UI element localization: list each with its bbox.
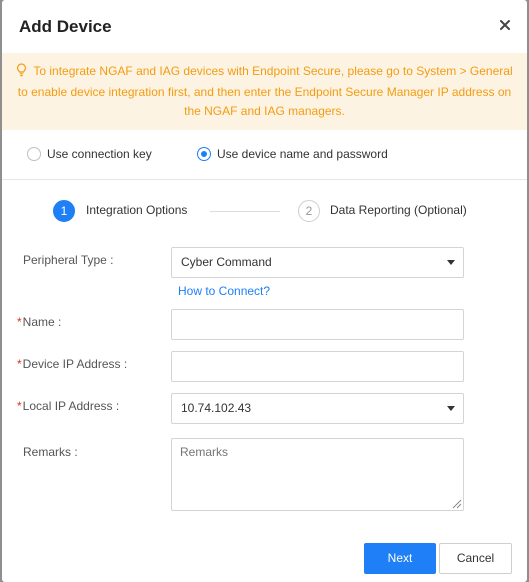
- name-input[interactable]: [171, 309, 464, 340]
- step-2-label: Data Reporting (Optional): [330, 203, 467, 217]
- how-to-connect-link[interactable]: How to Connect?: [178, 284, 270, 298]
- remarks-label: Remarks :: [23, 445, 78, 459]
- radio-use-connection-key[interactable]: Use connection key: [27, 147, 152, 161]
- step-1-label: Integration Options: [86, 203, 188, 217]
- required-marker: *: [17, 399, 22, 413]
- wizard-steps: 1 Integration Options 2 Data Reporting (…: [2, 198, 527, 226]
- device-ip-label-text: Device IP Address :: [22, 357, 128, 371]
- local-ip-label: *Local IP Address :: [17, 399, 120, 413]
- required-marker: *: [17, 315, 22, 329]
- peripheral-type-label: Peripheral Type :: [23, 253, 114, 267]
- required-marker: *: [17, 357, 22, 371]
- step-2-indicator: 2: [298, 200, 320, 222]
- radio-unchecked-icon[interactable]: [27, 147, 41, 161]
- local-ip-select[interactable]: 10.74.102.43: [171, 393, 464, 424]
- lightbulb-icon: [16, 63, 27, 83]
- add-device-dialog: Add Device To integrate NGAF and IAG dev…: [2, 0, 527, 582]
- peripheral-type-select[interactable]: Cyber Command: [171, 247, 464, 278]
- caret-down-icon: [447, 406, 455, 411]
- step-connector: [210, 211, 280, 212]
- caret-down-icon: [447, 260, 455, 265]
- radio-checked-icon[interactable]: [197, 147, 211, 161]
- step-1-indicator: 1: [53, 200, 75, 222]
- cancel-button[interactable]: Cancel: [439, 543, 512, 574]
- name-label-text: Name :: [22, 315, 62, 329]
- close-icon[interactable]: [497, 17, 513, 33]
- next-button[interactable]: Next: [364, 543, 436, 574]
- name-label: *Name :: [17, 315, 62, 329]
- local-ip-value: 10.74.102.43: [181, 401, 252, 415]
- dialog-header: Add Device: [2, 0, 527, 53]
- notice-text: To integrate NGAF and IAG devices with E…: [17, 64, 513, 118]
- device-ip-label: *Device IP Address :: [17, 357, 128, 371]
- resize-grip-icon[interactable]: [450, 497, 462, 509]
- integration-notice: To integrate NGAF and IAG devices with E…: [2, 53, 527, 130]
- radio-label-connection-key: Use connection key: [47, 147, 152, 161]
- dialog-title: Add Device: [19, 17, 112, 36]
- remarks-textarea[interactable]: [171, 438, 464, 511]
- local-ip-label-text: Local IP Address :: [22, 399, 120, 413]
- peripheral-type-value: Cyber Command: [181, 255, 272, 269]
- radio-label-device-name-password: Use device name and password: [217, 147, 388, 161]
- radio-use-device-name-password[interactable]: Use device name and password: [197, 147, 388, 161]
- connection-mode-group: Use connection key Use device name and p…: [2, 130, 527, 180]
- device-ip-input[interactable]: [171, 351, 464, 382]
